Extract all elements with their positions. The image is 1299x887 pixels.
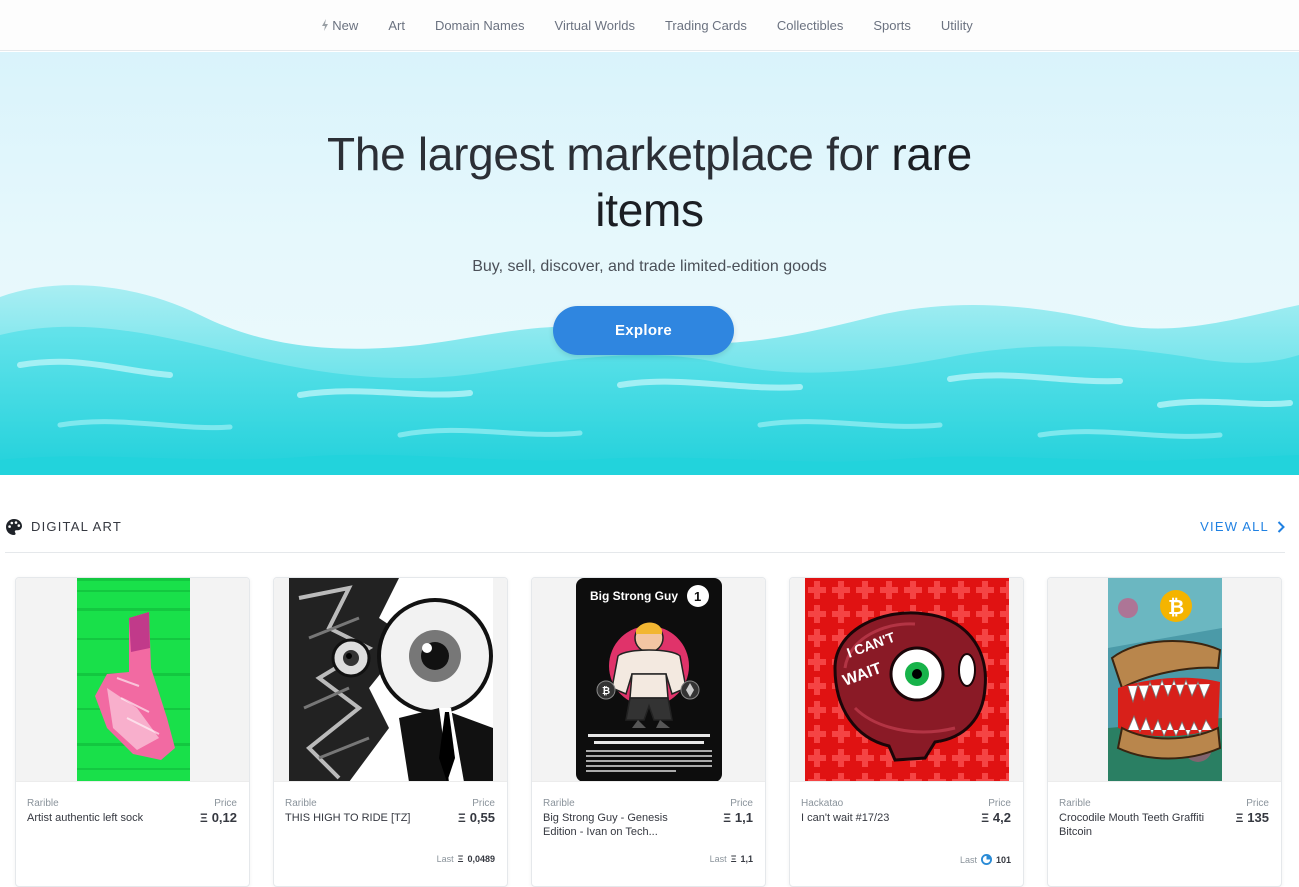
section-title-label: DIGITAL ART bbox=[31, 519, 122, 534]
last-amount: 0,0489 bbox=[467, 854, 495, 864]
hero-title-text: The largest marketplace for bbox=[327, 128, 879, 180]
asset-thumbnail: I CAN'T WAIT bbox=[790, 578, 1023, 782]
price-amount: 135 bbox=[1247, 810, 1269, 825]
collection-name: Rarible bbox=[543, 798, 575, 809]
last-amount: 101 bbox=[995, 854, 1011, 865]
view-all-link[interactable]: VIEW ALL bbox=[1200, 519, 1285, 534]
price-amount: 0,55 bbox=[469, 810, 495, 825]
bolt-icon bbox=[322, 19, 329, 31]
view-all-label: VIEW ALL bbox=[1200, 519, 1269, 534]
svg-text:₿: ₿ bbox=[1168, 597, 1184, 619]
price-value: Ξ 0,55 bbox=[458, 810, 495, 825]
token-icon bbox=[980, 854, 992, 865]
top-navigation: New Art Domain Names Virtual Worlds Trad… bbox=[0, 0, 1299, 51]
art-number: 1 bbox=[694, 589, 701, 604]
nav-item-new[interactable]: New bbox=[306, 18, 373, 33]
eth-icon: Ξ bbox=[981, 810, 989, 825]
nav-item-label: Collectibles bbox=[776, 17, 844, 33]
asset-card[interactable]: Rarible THIS HIGH TO RIDE [TZ] Price Ξ 0… bbox=[273, 577, 508, 887]
price-amount: 4,2 bbox=[992, 810, 1011, 825]
crocodile-graffiti-artwork: ₿ bbox=[1108, 578, 1222, 781]
nav-item-virtual-worlds[interactable]: Virtual Worlds bbox=[540, 18, 650, 33]
chevron-right-icon bbox=[1277, 520, 1285, 533]
nav-item-label: New bbox=[332, 17, 359, 33]
price-label: Price bbox=[472, 798, 495, 809]
big-strong-guy-artwork: Big Strong Guy 1 ₿ bbox=[576, 578, 722, 781]
last-sale: Last Ξ 1,1 bbox=[710, 854, 753, 864]
price-label: Price bbox=[730, 798, 753, 809]
svg-text:₿: ₿ bbox=[602, 685, 610, 697]
collection-name: Rarible bbox=[285, 798, 317, 809]
asset-name: Crocodile Mouth Teeth Graffiti Bitcoin bbox=[1059, 812, 1205, 838]
asset-thumbnail: ₿ bbox=[1048, 578, 1281, 782]
price-label: Price bbox=[1246, 798, 1269, 809]
price-value: Ξ 1,1 bbox=[723, 810, 753, 825]
eth-icon: Ξ bbox=[457, 854, 464, 864]
skull-eye-artwork: I CAN'T WAIT bbox=[805, 578, 1009, 781]
collection-name: Hackatao bbox=[801, 798, 844, 809]
last-label: Last bbox=[436, 854, 454, 864]
price-amount: 1,1 bbox=[734, 810, 753, 825]
asset-card-grid: Rarible Artist authentic left sock Price… bbox=[15, 577, 1285, 887]
nav-item-label: Domain Names bbox=[434, 17, 525, 33]
last-sale: Last Ξ 0,0489 bbox=[437, 854, 495, 864]
price-label: Price bbox=[988, 798, 1011, 809]
eth-icon: Ξ bbox=[730, 854, 737, 864]
asset-card[interactable]: I CAN'T WAIT Hackatao I can't wait #17/2… bbox=[789, 577, 1024, 887]
nav-items: New Art Domain Names Virtual Worlds Trad… bbox=[306, 18, 987, 33]
hero-title-emphasis: rare bbox=[891, 128, 972, 180]
eyeball-artwork bbox=[289, 578, 493, 781]
nav-item-utility[interactable]: Utility bbox=[926, 18, 988, 33]
section-header-digital-art: DIGITAL ART VIEW ALL bbox=[5, 513, 1285, 553]
palette-icon bbox=[6, 518, 22, 535]
hero-title-emphasis: items bbox=[595, 184, 704, 236]
nav-item-label: Trading Cards bbox=[664, 17, 747, 33]
hero-banner: The largest marketplace for rare items B… bbox=[0, 52, 1299, 475]
price-value: Ξ 135 bbox=[1236, 810, 1269, 825]
section-title: DIGITAL ART bbox=[5, 518, 122, 536]
collection-name: Rarible bbox=[27, 798, 59, 809]
nav-item-domain-names[interactable]: Domain Names bbox=[420, 18, 540, 33]
eth-icon: Ξ bbox=[457, 810, 466, 825]
asset-name: THIS HIGH TO RIDE [TZ] bbox=[285, 812, 411, 824]
asset-thumbnail bbox=[16, 578, 249, 782]
asset-name: Artist authentic left sock bbox=[27, 812, 144, 824]
art-title: Big Strong Guy bbox=[590, 589, 678, 603]
last-amount: 1,1 bbox=[740, 854, 753, 864]
nav-item-art[interactable]: Art bbox=[373, 18, 420, 33]
asset-name: I can't wait #17/23 bbox=[801, 812, 890, 824]
hero-title: The largest marketplace for rare items bbox=[0, 126, 1299, 238]
nav-item-label: Utility bbox=[940, 17, 973, 33]
explore-button[interactable]: Explore bbox=[553, 306, 734, 355]
nav-item-label: Sports bbox=[873, 17, 911, 33]
asset-name: Big Strong Guy - Genesis Edition - Ivan … bbox=[543, 812, 668, 838]
last-label: Last bbox=[709, 854, 727, 864]
nav-item-label: Art bbox=[388, 17, 405, 33]
price-value: Ξ 0,12 bbox=[200, 810, 237, 825]
nav-item-trading-cards[interactable]: Trading Cards bbox=[650, 18, 762, 33]
nav-item-collectibles[interactable]: Collectibles bbox=[762, 18, 858, 33]
asset-thumbnail bbox=[274, 578, 507, 782]
asset-card[interactable]: ₿ Rarible Crocodile Mouth Teeth Graffiti… bbox=[1047, 577, 1282, 887]
hero-subtitle: Buy, sell, discover, and trade limited-e… bbox=[472, 258, 827, 275]
price-value: Ξ 4,2 bbox=[981, 810, 1011, 825]
eth-icon: Ξ bbox=[199, 810, 208, 825]
price-amount: 0,12 bbox=[211, 810, 237, 825]
eth-icon: Ξ bbox=[723, 810, 731, 825]
asset-card[interactable]: Big Strong Guy 1 ₿ Rarible Big Strong Gu… bbox=[531, 577, 766, 887]
asset-card[interactable]: Rarible Artist authentic left sock Price… bbox=[15, 577, 250, 887]
nav-item-label: Virtual Worlds bbox=[554, 17, 635, 33]
nav-item-sports[interactable]: Sports bbox=[858, 18, 926, 33]
eth-icon: Ξ bbox=[1235, 810, 1244, 825]
price-label: Price bbox=[214, 798, 237, 809]
sock-artwork bbox=[77, 578, 190, 781]
ocean-waves-illustration bbox=[0, 285, 1299, 475]
collection-name: Rarible bbox=[1059, 798, 1091, 809]
last-sale: Last 101 bbox=[960, 854, 1011, 865]
asset-thumbnail: Big Strong Guy 1 ₿ bbox=[532, 578, 765, 782]
last-label: Last bbox=[959, 854, 977, 865]
